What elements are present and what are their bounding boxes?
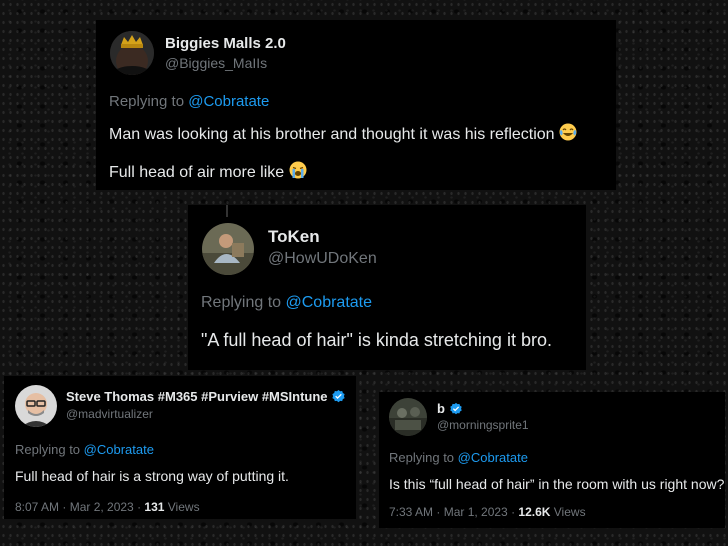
verified-badge-icon [331,389,346,407]
avatar[interactable] [202,223,254,275]
tweet-card-token: ToKen @HowUDoKen Replying to @Cobratate … [188,205,586,370]
display-name[interactable]: b [437,401,463,419]
avatar[interactable] [15,385,57,427]
user-handle[interactable]: @madvirtualizer [66,407,153,421]
display-name-text: Steve Thomas #M365 #Purview #MSIntune [66,389,328,404]
mention-link[interactable]: @Cobratate [84,442,154,457]
replying-to-label: Replying to [109,93,189,110]
replying-to-label: Replying to [201,294,286,311]
views-label: Views [164,500,200,514]
verified-badge-icon [449,402,463,419]
tweet-meta: 8:07 AM · Mar 2, 2023 · 131 Views [15,500,200,514]
replying-to: Replying to @Cobratate [109,93,269,110]
views-count: 12.6K [518,505,551,519]
tweet-card-b: b @morningsprite1 Replying to @Cobratate… [379,392,725,528]
display-name[interactable]: Steve Thomas #M365 #Purview #MSIntune [66,389,346,407]
replying-to-label: Replying to [389,450,458,465]
tweet-card-biggies: Biggies Malls 2.0 @Biggies_MaIIs Replyin… [96,20,616,190]
user-handle[interactable]: @Biggies_MaIIs [165,55,267,71]
user-handle[interactable]: @morningsprite1 [437,418,529,432]
avatar[interactable] [110,31,154,75]
laughing-crying-emoji [559,123,577,146]
timestamp[interactable]: 8:07 AM · Mar 2, 2023 · [15,500,144,514]
tweet-text-line: Man was looking at his brother and thoug… [109,123,577,146]
avatar[interactable] [389,398,427,436]
loudly-crying-emoji [289,161,307,184]
timestamp[interactable]: 7:33 AM · Mar 1, 2023 · [389,505,518,519]
views-label: Views [550,505,586,519]
display-name[interactable]: Biggies Malls 2.0 [165,35,286,52]
mention-link[interactable]: @Cobratate [458,450,528,465]
user-handle[interactable]: @HowUDoKen [268,250,377,268]
thread-connector [226,205,228,217]
tweet-text-line: Full head of air more like [109,161,307,184]
replying-to: Replying to @Cobratate [389,450,528,465]
replying-to: Replying to @Cobratate [201,294,372,312]
mention-link[interactable]: @Cobratate [188,93,269,110]
mention-link[interactable]: @Cobratate [286,294,373,311]
replying-to-label: Replying to [15,442,84,457]
display-name-text: b [437,401,445,416]
tweet-meta: 7:33 AM · Mar 1, 2023 · 12.6K Views [389,505,586,519]
display-name[interactable]: ToKen [268,227,320,247]
views-count: 131 [144,500,165,514]
tweet-text: Is this “full head of hair” in the room … [389,476,725,492]
tweet-text: "A full head of hair" is kinda stretchin… [201,330,552,350]
tweet-card-steve-thomas: Steve Thomas #M365 #Purview #MSIntune @m… [4,376,356,519]
tweet-text: Full head of air more like [109,164,285,181]
tweet-text: Full head of hair is a strong way of put… [15,468,289,484]
tweet-text: Man was looking at his brother and thoug… [109,126,555,143]
replying-to: Replying to @Cobratate [15,442,154,457]
